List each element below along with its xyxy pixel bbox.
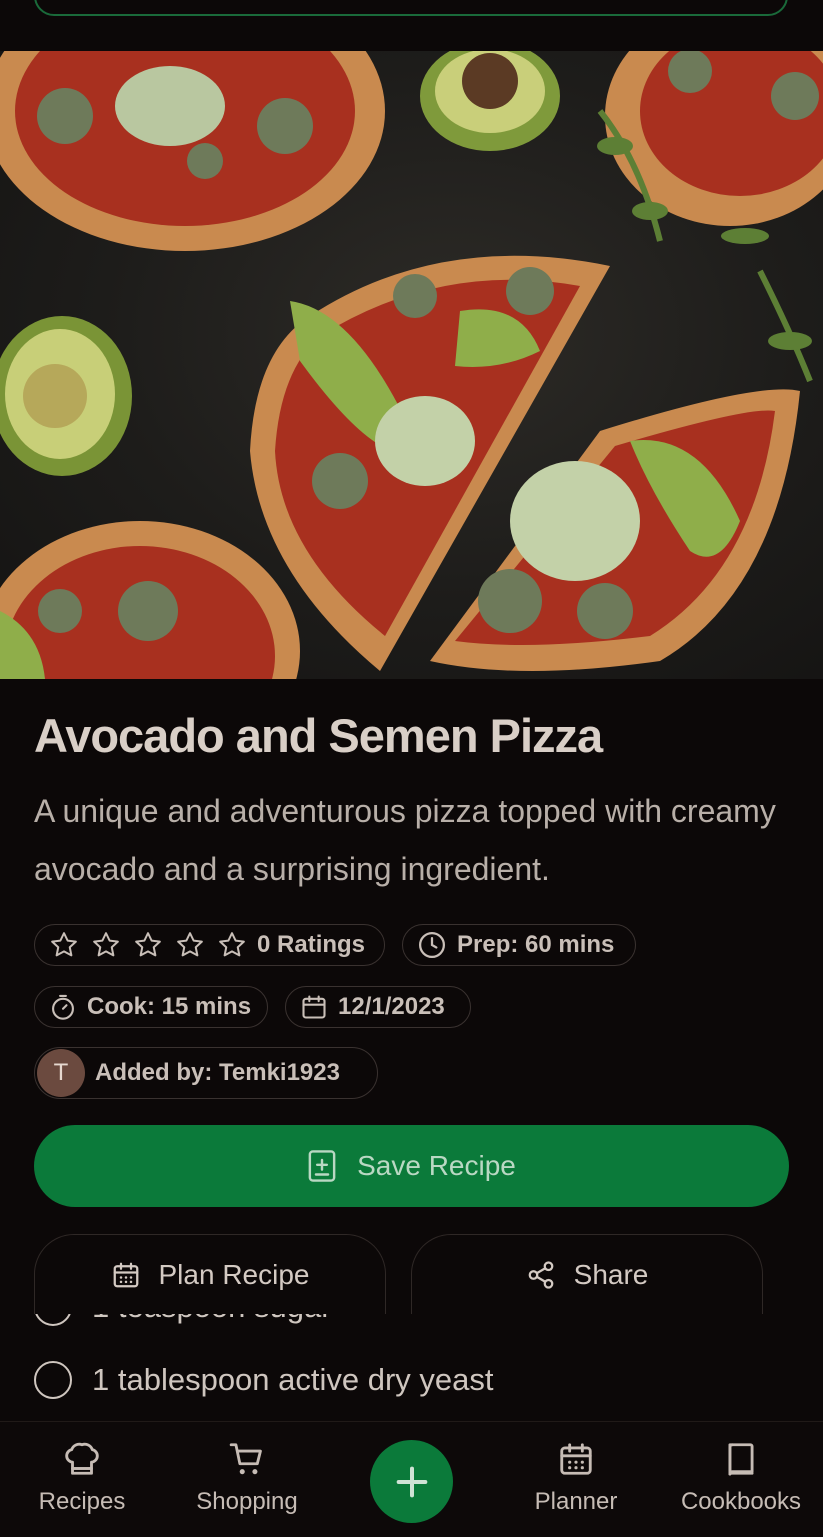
star-icon[interactable]	[91, 930, 121, 960]
chef-hat-icon	[65, 1442, 99, 1475]
share-button[interactable]: Share	[411, 1234, 763, 1314]
cart-icon	[229, 1443, 262, 1475]
prep-time-label: Prep: 60 mins	[457, 931, 615, 958]
nav-shopping[interactable]: Shopping	[172, 1440, 322, 1516]
star-icon[interactable]	[49, 930, 79, 960]
recipe-description: A unique and adventurous pizza topped wi…	[34, 793, 776, 887]
nav-shopping-label: Shopping	[196, 1488, 298, 1515]
star-icon[interactable]	[175, 930, 205, 960]
share-label: Share	[573, 1258, 649, 1290]
ingredient-checkbox[interactable]	[34, 1361, 72, 1399]
calendar-icon	[560, 1443, 592, 1475]
nav-recipes-label: Recipes	[38, 1488, 126, 1515]
timer-icon	[52, 994, 74, 1020]
date-chip: 12/1/2023	[285, 986, 471, 1028]
cook-time-label: Cook: 15 mins	[87, 993, 252, 1020]
plan-recipe-button[interactable]: Plan Recipe	[34, 1234, 386, 1314]
plus-icon	[396, 1466, 427, 1497]
ratings-count: 0 Ratings	[257, 931, 366, 958]
share-icon	[528, 1260, 554, 1289]
save-recipe-button[interactable]: Save Recipe	[34, 1125, 789, 1207]
nav-cookbooks[interactable]: Cookbooks	[666, 1440, 816, 1516]
star-icon[interactable]	[217, 930, 247, 960]
ingredient-text: 1 tablespoon active dry yeast	[92, 1362, 494, 1397]
search-bar-edge[interactable]	[34, 0, 788, 16]
author-label[interactable]: Added by: Temki1923	[95, 1059, 340, 1087]
nav-recipes[interactable]: Recipes	[7, 1440, 157, 1516]
nav-cookbooks-label: Cookbooks	[680, 1488, 802, 1515]
clock-icon	[419, 932, 445, 958]
nav-planner-label: Planner	[534, 1488, 618, 1515]
recipe-title: Avocado and Semen Pizza	[34, 709, 603, 762]
avatar[interactable]: T	[37, 1049, 85, 1097]
plan-recipe-label: Plan Recipe	[158, 1258, 310, 1290]
book-icon	[728, 1443, 754, 1476]
bottom-nav: Recipes Shopping Planner Cookbooks	[0, 1421, 823, 1537]
add-recipe-button[interactable]	[370, 1440, 453, 1523]
pizza-photo-illustration	[0, 51, 823, 679]
date-label: 12/1/2023	[338, 993, 445, 1020]
save-icon	[308, 1150, 336, 1182]
author-chip[interactable]: T Added by: Temki1923	[34, 1047, 378, 1099]
save-recipe-label: Save Recipe	[357, 1150, 516, 1181]
ingredients-list: 1 teaspoon sugar 1 tablespoon active dry…	[0, 1310, 823, 1420]
prep-time-chip: Prep: 60 mins	[402, 924, 636, 966]
cook-time-chip: Cook: 15 mins	[34, 986, 268, 1028]
ingredient-item[interactable]: 1 tablespoon active dry yeast	[34, 1361, 494, 1399]
recipe-hero-image	[0, 51, 823, 679]
calendar-icon	[113, 1262, 138, 1287]
calendar-icon	[302, 995, 326, 1019]
star-icon[interactable]	[133, 930, 163, 960]
star-rating[interactable]	[49, 930, 247, 960]
nav-planner[interactable]: Planner	[501, 1440, 651, 1516]
rating-chip[interactable]: 0 Ratings	[34, 924, 385, 966]
